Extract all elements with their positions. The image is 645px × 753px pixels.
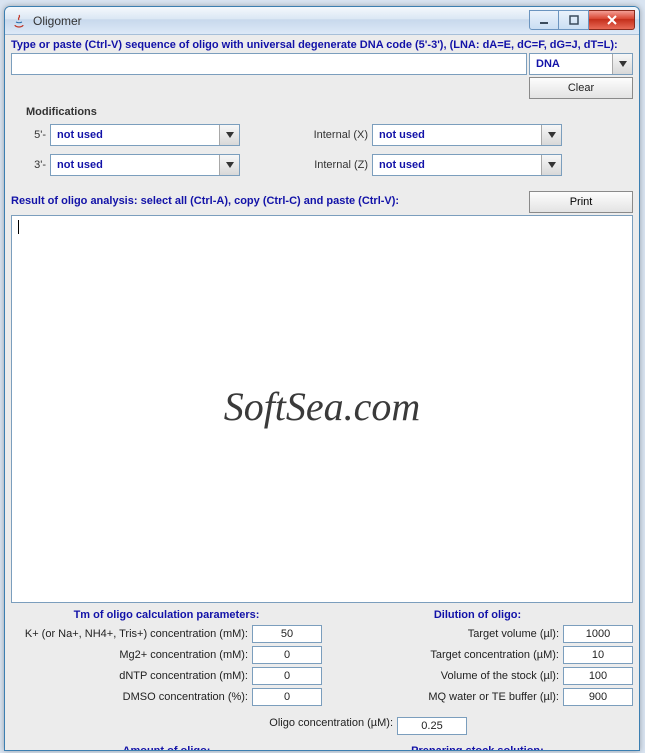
dmso-conc-label: DMSO concentration (%):	[11, 691, 252, 703]
sequence-instructions: Type or paste (Ctrl-V) sequence of oligo…	[11, 39, 633, 51]
maximize-button[interactable]	[559, 10, 589, 30]
result-textarea[interactable]: SoftSea.com	[11, 215, 633, 603]
mod-3prime-select[interactable]: not used	[50, 154, 240, 176]
mod-3prime-value: not used	[57, 159, 103, 171]
dmso-conc-input[interactable]	[252, 688, 322, 706]
clear-button[interactable]: Clear	[529, 77, 633, 99]
mq-buffer-label: MQ water or TE buffer (µl):	[322, 691, 563, 703]
target-conc-label: Target concentration (µM):	[322, 649, 563, 661]
k-conc-label: K+ (or Na+, NH4+, Tris+) concentration (…	[11, 628, 252, 640]
text-cursor	[18, 220, 19, 234]
mod-internal-x-label: Internal (X)	[302, 129, 372, 141]
stock-title: Preparing stock solution:	[322, 745, 633, 750]
dilution-title: Dilution of oligo:	[322, 609, 633, 621]
k-conc-input[interactable]	[252, 625, 322, 643]
dntp-conc-label: dNTP concentration (mM):	[11, 670, 252, 682]
mod-5prime-label: 5'-	[24, 129, 50, 141]
oligo-conc-input[interactable]	[397, 717, 467, 735]
content-pane: Type or paste (Ctrl-V) sequence of oligo…	[5, 35, 639, 750]
titlebar[interactable]: Oligomer	[5, 7, 639, 35]
window-controls	[529, 11, 635, 30]
target-volume-label: Target volume (µl):	[322, 628, 563, 640]
mod-internal-x-select[interactable]: not used	[372, 124, 562, 146]
mod-5prime-value: not used	[57, 129, 103, 141]
molecule-type-value: DNA	[536, 58, 560, 70]
chevron-down-icon	[541, 125, 561, 145]
amount-title: Amount of oligo:	[11, 745, 322, 750]
mod-internal-x-value: not used	[379, 129, 425, 141]
mg-conc-input[interactable]	[252, 646, 322, 664]
chevron-down-icon	[219, 155, 239, 175]
dilution-column: Dilution of oligo: Target volume (µl): T…	[322, 609, 633, 709]
mg-conc-label: Mg2+ concentration (mM):	[11, 649, 252, 661]
window-title: Oligomer	[33, 14, 82, 28]
chevron-down-icon	[541, 155, 561, 175]
mod-internal-z-select[interactable]: not used	[372, 154, 562, 176]
tm-params-column: Tm of oligo calculation parameters: K+ (…	[11, 609, 322, 709]
close-button[interactable]	[589, 10, 635, 30]
modifications-group: Modifications 5'- not used Internal (X) …	[11, 103, 633, 185]
modifications-title: Modifications	[26, 106, 628, 118]
mod-internal-z-label: Internal (Z)	[302, 159, 372, 171]
oligo-conc-label: Oligo concentration (µM):	[177, 717, 397, 735]
mod-3prime-label: 3'-	[24, 159, 50, 171]
chevron-down-icon	[219, 125, 239, 145]
mod-5prime-select[interactable]: not used	[50, 124, 240, 146]
java-app-icon	[11, 13, 27, 29]
mod-internal-z-value: not used	[379, 159, 425, 171]
watermark-text: SoftSea.com	[224, 383, 421, 430]
chevron-down-icon	[612, 54, 632, 74]
tm-params-title: Tm of oligo calculation parameters:	[11, 609, 322, 621]
sequence-input[interactable]	[11, 53, 527, 75]
print-button[interactable]: Print	[529, 191, 633, 213]
dntp-conc-input[interactable]	[252, 667, 322, 685]
target-volume-input[interactable]	[563, 625, 633, 643]
app-window: Oligomer Type or paste (Ctrl-V) sequence…	[4, 6, 640, 751]
mq-buffer-input[interactable]	[563, 688, 633, 706]
molecule-type-select[interactable]: DNA	[529, 53, 633, 75]
result-instructions: Result of oligo analysis: select all (Ct…	[11, 195, 529, 207]
stock-volume-label: Volume of the stock (µl):	[322, 670, 563, 682]
stock-volume-input[interactable]	[563, 667, 633, 685]
target-conc-input[interactable]	[563, 646, 633, 664]
minimize-button[interactable]	[529, 10, 559, 30]
